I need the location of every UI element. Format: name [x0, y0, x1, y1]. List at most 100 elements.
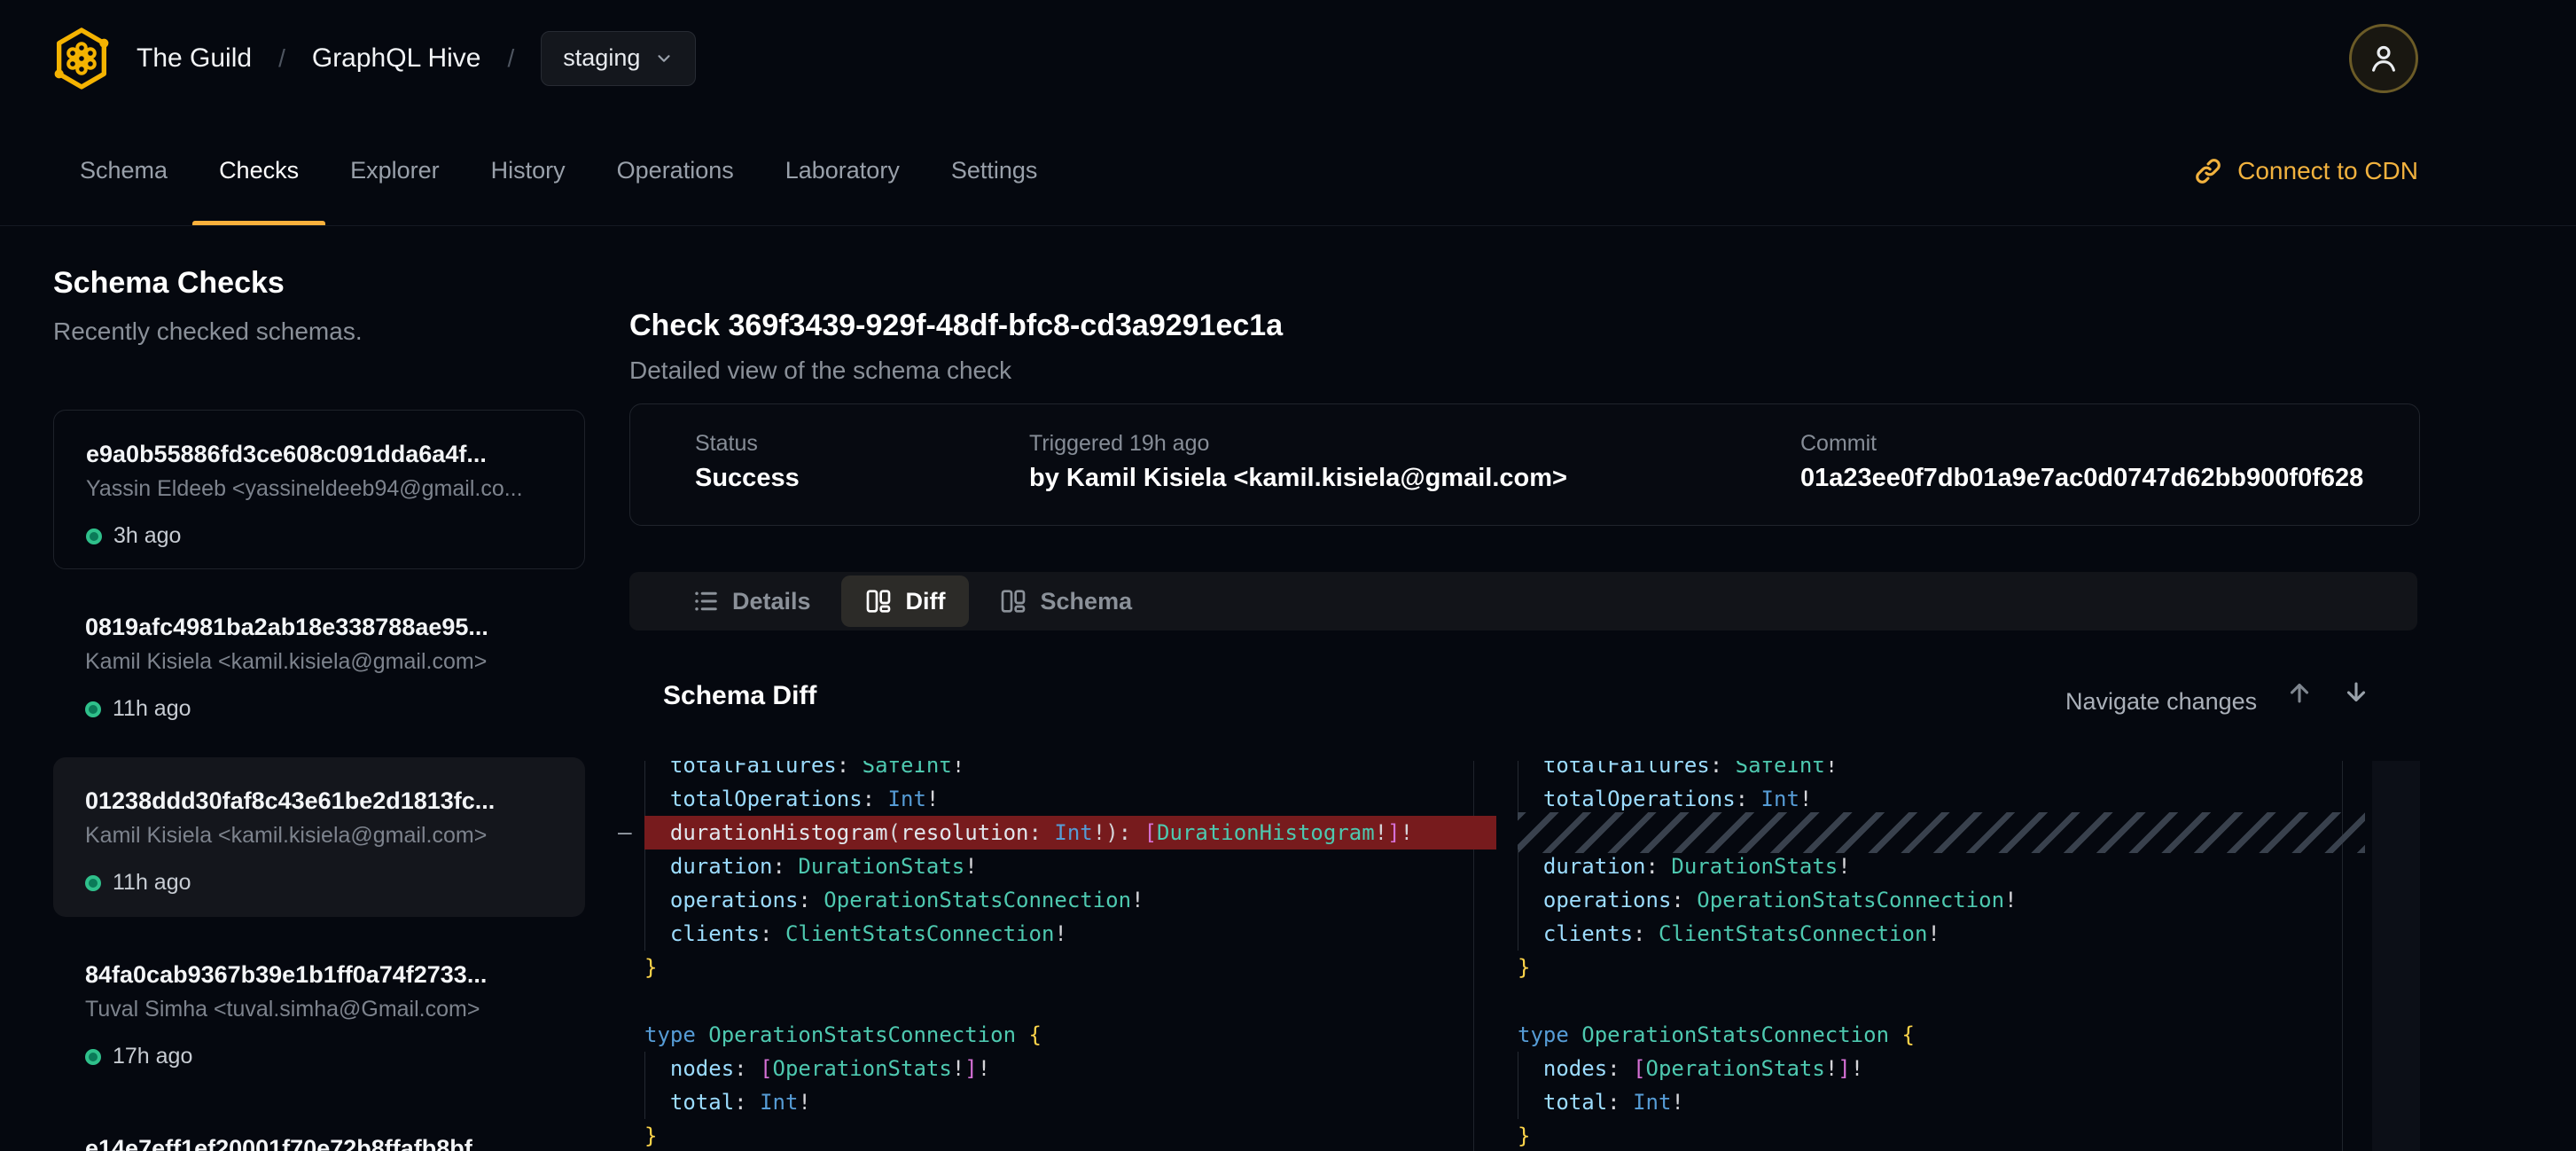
view-tab-label: Details: [732, 588, 811, 615]
arrow-down-icon: [2341, 677, 2371, 708]
code-line: }: [644, 951, 1496, 984]
schema-check-item[interactable]: e9a0b55886fd3ce608c091dda6a4f... Yassin E…: [53, 410, 585, 569]
next-change-button[interactable]: [2340, 677, 2372, 709]
org-name[interactable]: The Guild: [137, 43, 252, 74]
check-meta: 11h ago: [85, 696, 553, 722]
code-line: duration: DurationStats!: [1518, 850, 2365, 883]
check-subtitle: Detailed view of the schema check: [629, 356, 1011, 385]
code-line: clients: ClientStatsConnection!: [644, 917, 1496, 951]
code-line: totalOperations: Int!: [644, 782, 1496, 816]
code-line: totalFailures: SafeInt!: [1518, 761, 2365, 782]
nav-tab-settings[interactable]: Settings: [951, 116, 1038, 225]
arrow-up-icon: [2284, 677, 2314, 708]
check-meta: 3h ago: [86, 523, 552, 549]
code-line: nodes: [OperationStats!]!: [1518, 1052, 2365, 1085]
chevron-down-icon: [654, 49, 674, 68]
check-time: 11h ago: [113, 696, 191, 722]
code-line: [1518, 984, 2365, 1018]
indent-guide: [644, 917, 645, 951]
columns-icon: [864, 587, 893, 615]
code-line: totalOperations: Int!: [1518, 782, 2365, 816]
check-id: 0819afc4981ba2ab18e338788ae95...: [85, 614, 553, 641]
sidebar-title: Schema Checks: [53, 266, 285, 301]
link-icon: [2193, 156, 2223, 186]
connect-cdn-button[interactable]: Connect to CDN: [2193, 156, 2418, 186]
code-line: duration: DurationStats!: [644, 850, 1496, 883]
schema-check-item[interactable]: 0819afc4981ba2ab18e338788ae95... Kamil Ki…: [53, 583, 585, 743]
status-column: Status Success: [695, 431, 800, 493]
schema-diff-heading: Schema Diff: [663, 681, 816, 711]
check-view-tabs: Details Diff Schema: [629, 572, 2417, 630]
main-nav: Schema Checks Explorer History Operations Lab…: [0, 116, 2576, 226]
triggered-by: by Kamil Kisiela <kamil.kisiela@gmail.co…: [1029, 464, 1567, 493]
check-author: Kamil Kisiela <kamil.kisiela@gmail.com>: [85, 649, 553, 675]
nav-tab-operations[interactable]: Operations: [617, 116, 734, 225]
code-line: }: [1518, 1119, 2365, 1151]
previous-change-button[interactable]: [2283, 677, 2315, 709]
check-id: 01238ddd30faf8c43e61be2d1813fc...: [85, 787, 553, 815]
nav-tab-history[interactable]: History: [491, 116, 566, 225]
code-line: type OperationStatsConnection {: [1518, 1018, 2365, 1052]
check-author: Tuval Simha <tuval.simha@Gmail.com>: [85, 997, 553, 1022]
check-meta-card: Status Success Triggered 19h ago by Kami…: [629, 403, 2420, 526]
code-line: type OperationStatsConnection {: [644, 1018, 1496, 1052]
target-selector-value: staging: [563, 44, 640, 72]
nav-tab-laboratory[interactable]: Laboratory: [785, 116, 900, 225]
user-menu-button[interactable]: [2349, 24, 2418, 93]
commit-label: Commit: [1800, 431, 2363, 457]
schema-diff-editor: totalFailures: SafeInt! totalOperations:…: [616, 761, 2429, 1151]
view-tab-label: Diff: [906, 588, 946, 615]
check-id: e9a0b55886fd3ce608c091dda6a4f...: [86, 441, 552, 468]
schema-check-item[interactable]: 01238ddd30faf8c43e61be2d1813fc... Kamil K…: [53, 757, 585, 917]
green-dot-icon: [85, 875, 101, 891]
target-selector[interactable]: staging: [541, 31, 696, 86]
check-author: Kamil Kisiela <kamil.kisiela@gmail.com>: [85, 823, 553, 849]
indent-guide: [644, 883, 645, 917]
status-value: Success: [695, 464, 800, 493]
schema-check-item[interactable]: e14e7eff1ef20001f70e72b8ffafb8bf: [53, 1105, 585, 1151]
list-icon: [692, 588, 719, 615]
indent-guide: [644, 1085, 645, 1119]
placeholder-code-line: [1518, 812, 2365, 853]
code-line: }: [1518, 951, 2365, 984]
hive-logo-icon[interactable]: [53, 27, 110, 90]
triggered-label: Triggered 19h ago: [1029, 431, 1567, 457]
view-tab-schema[interactable]: Schema: [976, 576, 1156, 627]
code-line: clients: ClientStatsConnection!: [1518, 917, 2365, 951]
check-author: Yassin Eldeeb <yassineldeeb94@gmail.co..…: [86, 476, 552, 502]
diff-scrollbar[interactable]: [2372, 761, 2420, 1151]
view-tab-label: Schema: [1041, 588, 1133, 615]
green-dot-icon: [85, 701, 101, 717]
connect-cdn-label: Connect to CDN: [2237, 157, 2418, 185]
indent-guide: [644, 1052, 645, 1085]
code-line: [644, 984, 1496, 1018]
nav-tab-schema[interactable]: Schema: [80, 116, 168, 225]
page: The Guild / GraphQL Hive / staging Schem…: [0, 0, 2576, 1151]
diff-before-panel: totalFailures: SafeInt! totalOperations:…: [644, 761, 1496, 1151]
breadcrumb-separator: /: [278, 44, 285, 73]
check-id: e14e7eff1ef20001f70e72b8ffafb8bf: [85, 1135, 553, 1151]
check-meta: 11h ago: [85, 870, 553, 896]
code-line: }: [644, 1119, 1496, 1151]
code-line: totalFailures: SafeInt!: [644, 761, 1496, 782]
check-time: 11h ago: [113, 870, 191, 896]
view-tab-details[interactable]: Details: [669, 576, 834, 627]
nav-tab-checks[interactable]: Checks: [219, 116, 299, 225]
app-header: The Guild / GraphQL Hive / staging: [0, 0, 2576, 116]
schema-check-list: e9a0b55886fd3ce608c091dda6a4f... Yassin E…: [53, 410, 585, 1151]
check-id: 84fa0cab9367b39e1b1ff0a74f2733...: [85, 961, 553, 989]
sidebar-subtitle: Recently checked schemas.: [53, 317, 363, 346]
breadcrumb: The Guild / GraphQL Hive / staging: [53, 27, 696, 90]
green-dot-icon: [85, 1049, 101, 1065]
navigate-changes-label: Navigate changes: [2065, 688, 2257, 716]
nav-tab-explorer[interactable]: Explorer: [350, 116, 440, 225]
schema-check-item[interactable]: 84fa0cab9367b39e1b1ff0a74f2733... Tuval S…: [53, 931, 585, 1091]
breadcrumb-separator: /: [508, 44, 515, 73]
code-line: total: Int!: [644, 1085, 1496, 1119]
view-tab-diff[interactable]: Diff: [841, 576, 969, 627]
code-line: operations: OperationStatsConnection!: [644, 883, 1496, 917]
project-name[interactable]: GraphQL Hive: [312, 43, 481, 74]
commit-hash: 01a23ee0f7db01a9e7ac0d0747d62bb900f0f628: [1800, 464, 2363, 493]
check-title: Check 369f3439-929f-48df-bfc8-cd3a9291ec…: [629, 309, 1283, 343]
check-time: 17h ago: [113, 1044, 192, 1069]
